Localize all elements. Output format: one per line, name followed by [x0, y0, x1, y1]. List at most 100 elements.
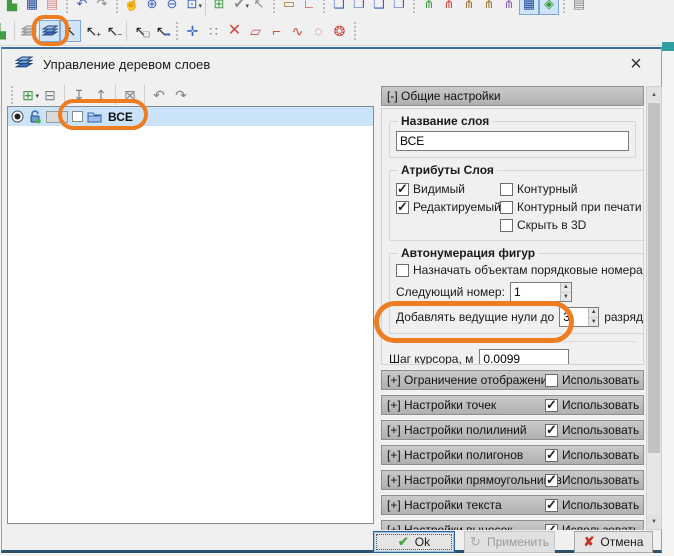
draw-mesh-icon[interactable]: ❂ [329, 20, 350, 42]
redo-icon[interactable]: ↷ [170, 85, 192, 105]
use-checkbox-text[interactable]: Использовать [545, 498, 639, 512]
grip-handle [271, 0, 277, 15]
select-check-icon[interactable]: ✔▾ [229, 0, 249, 15]
delete-objects-icon[interactable]: ✕ [224, 20, 245, 42]
grip-handle [174, 22, 180, 40]
move-objects-icon[interactable]: ✛ [182, 20, 203, 42]
layers-gray-icon[interactable] [18, 20, 39, 42]
magnifier-snap-icon[interactable]: ◈ [539, 0, 559, 15]
visibility-radio-icon[interactable] [11, 110, 24, 123]
select-cursor-icon[interactable]: ↖ [249, 0, 269, 15]
layer-checkbox[interactable] [72, 111, 83, 122]
scroll-up-icon[interactable]: ▲ [647, 87, 661, 102]
vertex-move-icon[interactable]: ⋔ [499, 0, 519, 15]
next-number-stepper[interactable]: ▲▼ [510, 282, 572, 302]
dialog-titlebar[interactable]: Управление деревом слоев × [2, 49, 661, 79]
vertex-add-icon[interactable]: ⋔ [419, 0, 439, 15]
section-rectangle-settings[interactable]: [+] Настройки прямоугольников Использова… [381, 470, 644, 490]
use-checkbox-polylines[interactable]: Использовать [545, 423, 639, 437]
cursor-subtract-icon[interactable]: ↖− [102, 20, 123, 42]
layer-manager-icon[interactable] [39, 20, 60, 42]
draw-polygon-icon[interactable]: ▱ [245, 20, 266, 42]
layer-row-selected[interactable]: ВСЕ [8, 107, 373, 126]
spin-up-icon[interactable]: ▲ [589, 308, 598, 318]
ok-button[interactable]: ✔ Ok [373, 531, 455, 553]
partial-icon[interactable]: ▙ [0, 20, 11, 42]
layer-color-swatch[interactable] [46, 111, 68, 123]
settings-scrollbar[interactable]: ▲ ▼ [646, 86, 662, 530]
delete-layer-icon[interactable]: ⊠ [119, 85, 141, 105]
print-icon[interactable]: ▤ [42, 0, 62, 15]
editable-lock-icon[interactable] [28, 110, 42, 124]
cursor-add-icon[interactable]: ↖+ [81, 20, 102, 42]
draw-ellipse-icon[interactable]: ◌ [308, 20, 329, 42]
add-layer-icon[interactable]: ⊞▾ [17, 85, 39, 105]
use-checkbox-display-limit[interactable]: Использовать [545, 373, 639, 387]
vertex-edit-icon[interactable]: ⋔ [479, 0, 499, 15]
separator [144, 85, 145, 105]
pan-hand-icon[interactable]: ☝ [122, 0, 142, 15]
grip-handle [9, 86, 15, 104]
checkbox-contour-print[interactable]: Контурный при печати [500, 198, 642, 216]
undo-icon[interactable]: ↶ [148, 85, 170, 105]
use-checkbox-callouts[interactable]: Использовать [545, 523, 639, 530]
section-display-limit[interactable]: [+] Ограничение отображения Использовать [381, 370, 644, 390]
cursor-step-input[interactable] [479, 349, 569, 365]
section-point-settings[interactable]: [+] Настройки точек Использовать [381, 395, 644, 415]
redo-icon[interactable]: ↷ [92, 0, 112, 15]
zoom-in-icon[interactable]: ⊕ [142, 0, 162, 15]
region-paste-icon[interactable]: ❐ [349, 0, 369, 15]
select-add-icon[interactable]: ⊞ [209, 0, 229, 15]
cursor-select-icon[interactable]: ↖ [60, 20, 81, 42]
move-layer-down-icon[interactable]: ↧ [68, 85, 90, 105]
region-copy-icon[interactable]: ❏ [329, 0, 349, 15]
spin-up-icon[interactable]: ▲ [561, 283, 571, 293]
dialog-title: Управление деревом слоев [43, 57, 210, 72]
cancel-button[interactable]: ✘ Отмена [574, 531, 653, 553]
zoom-out-icon[interactable]: ⊖ [162, 0, 182, 15]
zoom-extent-icon[interactable]: ⊡▾ [182, 0, 202, 15]
section-general-header[interactable]: [-] Общие настройки [381, 86, 644, 106]
printer-icon[interactable]: ▤ [569, 0, 589, 15]
region-move-icon[interactable]: ❒ [389, 0, 409, 15]
cursor-copy-icon[interactable]: ↖❏ [130, 20, 151, 42]
spin-down-icon[interactable]: ▼ [561, 293, 571, 302]
checkbox-hide-3d[interactable]: Скрыть в 3D [500, 216, 642, 234]
apply-button[interactable]: ↻ Применить [464, 531, 555, 553]
layer-tree-panel[interactable]: ВСЕ [7, 106, 374, 524]
scroll-down-icon[interactable]: ▼ [647, 514, 661, 529]
checkbox-contour[interactable]: Контурный [500, 180, 642, 198]
vertex-remove-icon[interactable]: ⋔ [439, 0, 459, 15]
section-callout-settings[interactable]: [+] Настройки выносок Использовать [381, 520, 644, 530]
close-icon[interactable]: × [625, 53, 647, 75]
vertex-show-icon[interactable]: ⋔ [459, 0, 479, 15]
corner-icon[interactable]: ▙ [2, 0, 22, 15]
ruler-icon[interactable]: ▭ [279, 0, 299, 15]
save-icon[interactable]: ▦ [22, 0, 42, 15]
layer-name-input[interactable] [396, 131, 629, 151]
undo-icon[interactable]: ↶ [72, 0, 92, 15]
checkbox-assign-numbers[interactable]: Назначать объектам порядковые номера [396, 263, 644, 277]
move-layer-up-icon[interactable]: ↥ [90, 85, 112, 105]
scrollbar-thumb[interactable] [648, 103, 660, 453]
grid-toggle-icon[interactable]: ▦ [519, 0, 539, 15]
spin-down-icon[interactable]: ▼ [589, 318, 598, 327]
region-cut-icon[interactable]: ❑ [369, 0, 389, 15]
draw-polyline-icon[interactable]: ⌐ [266, 20, 287, 42]
edit-nodes-icon[interactable]: ∷ [203, 20, 224, 42]
section-polygon-settings[interactable]: [+] Настройки полигонов Использовать [381, 445, 644, 465]
section-polyline-settings[interactable]: [+] Настройки полилиний Использовать [381, 420, 644, 440]
use-checkbox-rectangles[interactable]: Использовать [545, 473, 639, 487]
checkbox-visible[interactable]: Видимый [396, 180, 500, 198]
layer-name-label[interactable]: ВСЕ [108, 110, 133, 124]
separator [205, 0, 206, 15]
leading-zeros-stepper[interactable]: ▲▼ [559, 307, 599, 327]
angle-measure-icon[interactable]: ∟ [299, 0, 319, 15]
checkbox-editable[interactable]: Редактируемый [396, 198, 500, 216]
use-checkbox-points[interactable]: Использовать [545, 398, 639, 412]
cursor-jump-icon[interactable]: ↖➥ [151, 20, 172, 42]
draw-curve-icon[interactable]: ∿ [287, 20, 308, 42]
remove-layer-icon[interactable]: ⊟ [39, 85, 61, 105]
use-checkbox-polygons[interactable]: Использовать [545, 448, 639, 462]
section-text-settings[interactable]: [+] Настройки текста Использовать [381, 495, 644, 515]
